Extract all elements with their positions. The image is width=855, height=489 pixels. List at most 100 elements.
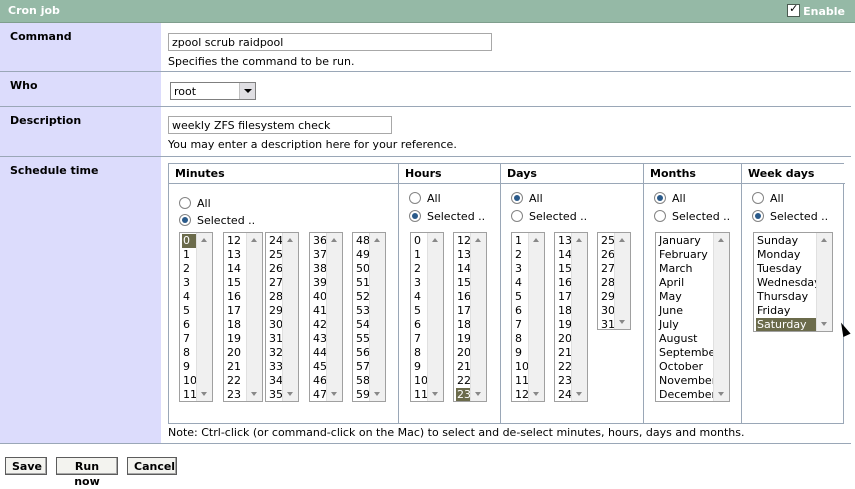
list-option[interactable]: 7	[514, 318, 529, 332]
list-option[interactable]: 2	[413, 262, 428, 276]
minutes-listbox[interactable]: 36 37 38 39 40 41 42 43 44 45 46 47	[309, 232, 343, 402]
list-option[interactable]: 57	[355, 360, 370, 374]
scroll-down-icon[interactable]	[327, 388, 342, 400]
list-option[interactable]: 13	[226, 248, 241, 262]
list-option[interactable]: 1	[514, 234, 529, 248]
days-listbox[interactable]: 1 2 3 4 5 6 7 8 9 10 11 12	[511, 232, 545, 402]
list-option[interactable]: 8	[413, 346, 428, 360]
list-option[interactable]: April	[658, 276, 720, 290]
days-listbox[interactable]: 13 14 15 16 17 18 19 20 21 22 23 24	[554, 232, 588, 402]
list-option[interactable]: 35	[268, 388, 283, 401]
radio-button-icon[interactable]	[654, 192, 666, 204]
list-option[interactable]: 12	[514, 388, 529, 401]
minutes-listbox[interactable]: 0 1 2 3 4 5 6 7 8 9 10 11	[179, 232, 213, 402]
list-option[interactable]: 52	[355, 290, 370, 304]
months-radio-selected[interactable]: Selected ..	[654, 210, 730, 223]
list-option[interactable]: July	[658, 318, 720, 332]
list-option[interactable]: 10	[182, 374, 197, 388]
list-option[interactable]: 16	[226, 290, 241, 304]
scroll-down-icon[interactable]	[714, 388, 729, 400]
scroll-up-icon[interactable]	[247, 234, 262, 246]
hours-listbox[interactable]: 12 13 14 15 16 17 18 19 20 21 22 23	[453, 232, 487, 402]
list-option[interactable]: 23	[557, 374, 572, 388]
list-option[interactable]: 41	[312, 304, 327, 318]
list-option[interactable]: 58	[355, 374, 370, 388]
list-option[interactable]: 48	[355, 234, 370, 248]
list-option[interactable]: 18	[226, 318, 241, 332]
list-option[interactable]: 34	[268, 374, 283, 388]
days-listbox[interactable]: 25 26 27 28 29 30 31	[597, 232, 631, 330]
scroll-down-icon[interactable]	[471, 388, 486, 400]
list-option[interactable]: 59	[355, 388, 370, 401]
list-option[interactable]: 8	[514, 332, 529, 346]
scroll-down-icon[interactable]	[615, 316, 630, 328]
scroll-down-icon[interactable]	[247, 388, 262, 400]
cancel-button[interactable]: Cancel	[127, 457, 177, 475]
list-option[interactable]: January	[658, 234, 720, 248]
list-option[interactable]: 32	[268, 346, 283, 360]
list-option[interactable]: 11	[413, 388, 428, 401]
list-option[interactable]: 9	[514, 346, 529, 360]
listbox-scrollbar[interactable]	[713, 233, 729, 401]
list-option[interactable]: December	[658, 388, 720, 401]
days-radio-all[interactable]: All	[511, 192, 543, 205]
list-option[interactable]: 55	[355, 332, 370, 346]
list-option[interactable]: 4	[514, 276, 529, 290]
list-option[interactable]: 40	[312, 290, 327, 304]
list-option[interactable]: 46	[312, 374, 327, 388]
list-option[interactable]: 56	[355, 346, 370, 360]
scroll-down-icon[interactable]	[370, 388, 385, 400]
run-now-button[interactable]: Run now	[56, 457, 118, 488]
list-option[interactable]: 12	[456, 234, 471, 248]
who-select[interactable]: root	[170, 82, 256, 100]
list-option[interactable]: 20	[557, 332, 572, 346]
list-option[interactable]: 11	[514, 374, 529, 388]
list-option[interactable]: 19	[226, 332, 241, 346]
list-option[interactable]: 44	[312, 346, 327, 360]
list-option[interactable]: 30	[268, 318, 283, 332]
list-option[interactable]: 37	[312, 248, 327, 262]
description-input[interactable]	[168, 116, 392, 134]
list-option[interactable]: 38	[312, 262, 327, 276]
chevron-down-icon[interactable]	[239, 83, 255, 99]
list-option[interactable]: 14	[557, 248, 572, 262]
list-option[interactable]: 33	[268, 360, 283, 374]
scroll-up-icon[interactable]	[615, 234, 630, 246]
list-option[interactable]: Sunday	[756, 234, 821, 248]
scroll-down-icon[interactable]	[283, 388, 298, 400]
scroll-up-icon[interactable]	[197, 234, 212, 246]
list-option[interactable]: 26	[600, 248, 615, 262]
minutes-radio-selected[interactable]: Selected ..	[179, 214, 255, 227]
list-option[interactable]: 18	[456, 318, 471, 332]
list-option[interactable]: 17	[456, 304, 471, 318]
list-option[interactable]: 3	[182, 276, 197, 290]
minutes-listbox[interactable]: 24 25 26 27 28 29 30 31 32 33 34 35	[265, 232, 299, 402]
scroll-down-icon[interactable]	[572, 388, 587, 400]
list-option[interactable]: June	[658, 304, 720, 318]
list-option[interactable]: 39	[312, 276, 327, 290]
listbox-scrollbar[interactable]	[282, 233, 298, 401]
scroll-down-icon[interactable]	[428, 388, 443, 400]
list-option[interactable]: August	[658, 332, 720, 346]
radio-button-icon[interactable]	[179, 214, 191, 226]
list-option[interactable]: 21	[557, 346, 572, 360]
scroll-down-icon[interactable]	[817, 318, 832, 330]
list-option[interactable]: 25	[268, 248, 283, 262]
list-option[interactable]: 15	[557, 262, 572, 276]
scroll-up-icon[interactable]	[370, 234, 385, 246]
scroll-down-icon[interactable]	[529, 388, 544, 400]
list-option[interactable]: 7	[413, 332, 428, 346]
list-option[interactable]: 10	[514, 360, 529, 374]
list-option[interactable]: 2	[182, 262, 197, 276]
list-option[interactable]: May	[658, 290, 720, 304]
list-option[interactable]: 9	[182, 360, 197, 374]
listbox-scrollbar[interactable]	[369, 233, 385, 401]
list-option[interactable]: 14	[456, 262, 471, 276]
list-option[interactable]: 2	[514, 248, 529, 262]
list-option[interactable]: October	[658, 360, 720, 374]
radio-button-icon[interactable]	[752, 192, 764, 204]
list-option[interactable]: 0	[413, 234, 428, 248]
minutes-listbox[interactable]: 48 49 50 51 52 53 54 55 56 57 58 59	[352, 232, 386, 402]
list-option[interactable]: Thursday	[756, 290, 821, 304]
list-option[interactable]: February	[658, 248, 720, 262]
